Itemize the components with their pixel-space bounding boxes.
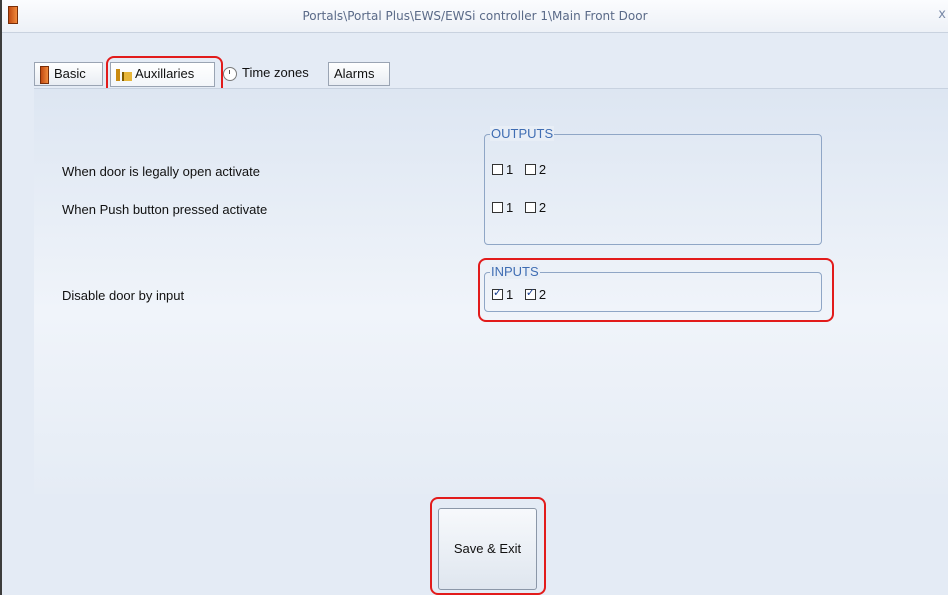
outputs-group: OUTPUTS 1 2 1 2 bbox=[484, 126, 822, 245]
door-open-output-2-label: 2 bbox=[538, 162, 547, 177]
door-open-output-1-checkbox[interactable] bbox=[492, 164, 503, 175]
push-button-label: When Push button pressed activate bbox=[62, 202, 268, 217]
door-open-outputs: 1 2 bbox=[492, 162, 554, 177]
disable-door-label: Disable door by input bbox=[62, 288, 185, 303]
push-button-output-1-label: 1 bbox=[506, 200, 514, 215]
door-open-output-2-checkbox[interactable] bbox=[524, 164, 536, 175]
door-open-label: When door is legally open activate bbox=[62, 164, 261, 179]
highlight-inputs-group bbox=[478, 258, 834, 322]
tab-time-zones[interactable]: Time zones bbox=[218, 62, 326, 86]
highlight-save-exit-button bbox=[430, 497, 546, 595]
door-properties-window: Portals\Portal Plus\EWS/EWSi controller … bbox=[0, 0, 948, 595]
tab-time-zones-label: Time zones bbox=[242, 65, 309, 80]
push-button-output-2-checkbox[interactable] bbox=[524, 202, 536, 213]
tab-basic-label: Basic bbox=[54, 66, 86, 81]
tab-alarms-label: Alarms bbox=[334, 66, 375, 81]
outputs-title: OUTPUTS bbox=[490, 126, 555, 141]
window-title: Portals\Portal Plus\EWS/EWSi controller … bbox=[302, 9, 648, 23]
door-icon bbox=[40, 65, 49, 84]
close-icon[interactable]: x bbox=[938, 7, 946, 22]
tab-alarms[interactable]: Alarms bbox=[328, 62, 390, 86]
push-button-output-1-checkbox[interactable] bbox=[492, 202, 503, 213]
push-button-output-2-label: 2 bbox=[538, 200, 547, 215]
push-button-outputs: 1 2 bbox=[492, 200, 554, 215]
tab-basic[interactable]: Basic bbox=[34, 62, 103, 86]
door-open-output-1-label: 1 bbox=[506, 162, 514, 177]
title-bar: Portals\Portal Plus\EWS/EWSi controller … bbox=[2, 0, 948, 33]
clock-icon bbox=[223, 66, 237, 81]
